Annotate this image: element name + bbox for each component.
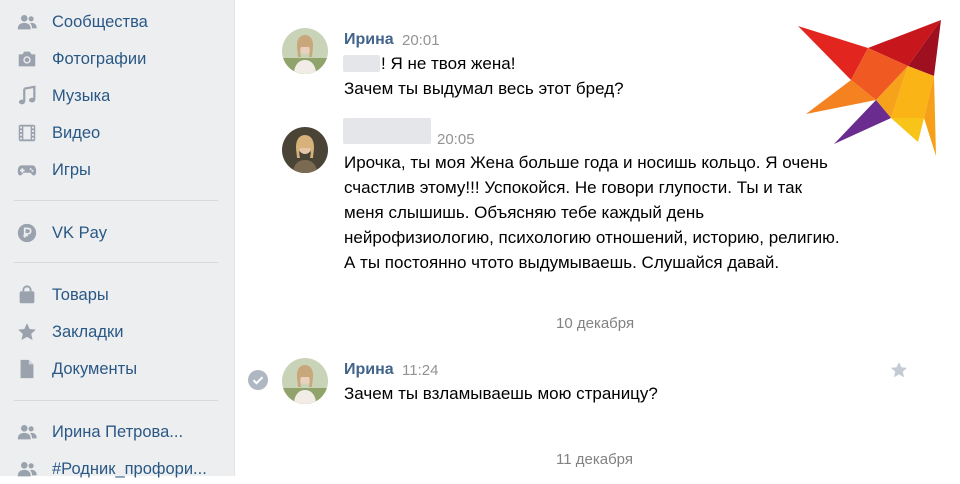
sidebar-item-music[interactable]: Музыка xyxy=(0,81,234,111)
document-icon xyxy=(16,358,38,380)
sidebar-item-community-irina[interactable]: Ирина Петрова... xyxy=(0,417,234,447)
message-text: Ирочка, ты моя Жена больше года и носишь… xyxy=(344,153,828,172)
date-separator: 11 декабря xyxy=(556,451,633,468)
sidebar-item-label: Музыка xyxy=(52,86,111,105)
message-author[interactable]: Ирина xyxy=(344,31,394,49)
music-note-icon xyxy=(16,85,38,107)
message-time[interactable]: 20:05 xyxy=(437,131,475,148)
message-text: нейрофизиологию, психологию отношений, и… xyxy=(344,228,840,247)
message-text: А ты постоянно чтото выдумываешь. Слушай… xyxy=(344,253,780,272)
people-icon xyxy=(16,458,38,480)
star-icon[interactable] xyxy=(889,360,909,380)
message-text: меня слышишь. Объясняю тебе каждый день xyxy=(344,203,705,222)
check-circle-icon[interactable] xyxy=(247,369,269,391)
left-sidebar: Сообщества Фотографии Музыка Видео Игры … xyxy=(0,0,235,478)
message-text: Зачем ты выдумал весь этот бред? xyxy=(344,79,624,98)
sidebar-item-video[interactable]: Видео xyxy=(0,118,234,148)
sidebar-item-label: Игры xyxy=(52,160,91,179)
sidebar-item-bookmarks[interactable]: Закладки xyxy=(0,317,234,347)
gamepad-icon xyxy=(16,159,38,181)
avatar[interactable] xyxy=(282,358,328,404)
message-text: счастлив этому!!! Успокойся. Не говори г… xyxy=(344,178,803,197)
film-icon xyxy=(16,122,38,144)
sidebar-item-label: Документы xyxy=(52,359,138,378)
redacted-name xyxy=(343,55,380,72)
sidebar-divider xyxy=(14,200,218,201)
people-icon xyxy=(16,421,38,443)
sidebar-item-communities[interactable]: Сообщества xyxy=(0,7,234,37)
message-author[interactable]: Ирина xyxy=(344,361,394,379)
sidebar-item-label: Товары xyxy=(52,285,109,304)
sidebar-divider xyxy=(14,262,218,263)
camera-icon xyxy=(16,48,38,70)
vkpay-icon xyxy=(16,222,38,244)
message-text: ! Я не твоя жена! xyxy=(381,54,516,73)
message-text: Зачем ты взламываешь мою страницу? xyxy=(344,384,658,403)
sidebar-item-label: VK Pay xyxy=(52,223,108,242)
sidebar-item-label: Видео xyxy=(52,123,101,142)
avatar[interactable] xyxy=(282,127,328,173)
message-time[interactable]: 20:01 xyxy=(402,32,440,49)
star-icon xyxy=(16,321,38,343)
sidebar-item-community-rodnik[interactable]: #Родник_профори... xyxy=(0,454,234,484)
sidebar-item-photos[interactable]: Фотографии xyxy=(0,44,234,74)
sidebar-item-games[interactable]: Игры xyxy=(0,155,234,185)
sidebar-divider xyxy=(14,400,218,401)
people-icon xyxy=(16,11,38,33)
shopping-bag-icon xyxy=(16,284,38,306)
date-separator: 10 декабря xyxy=(556,315,635,332)
sidebar-item-documents[interactable]: Документы xyxy=(0,354,234,384)
avatar[interactable] xyxy=(282,28,328,74)
message-time[interactable]: 11:24 xyxy=(402,362,438,379)
bird-logo xyxy=(796,18,944,158)
sidebar-item-goods[interactable]: Товары xyxy=(0,280,234,310)
sidebar-item-label: Ирина Петрова... xyxy=(52,422,184,441)
sidebar-item-label: Фотографии xyxy=(52,49,147,68)
sidebar-item-label: Сообщества xyxy=(52,12,148,31)
redacted-author xyxy=(343,118,431,144)
sidebar-item-label: Закладки xyxy=(52,322,124,341)
sidebar-item-vkpay[interactable]: VK Pay xyxy=(0,218,234,248)
